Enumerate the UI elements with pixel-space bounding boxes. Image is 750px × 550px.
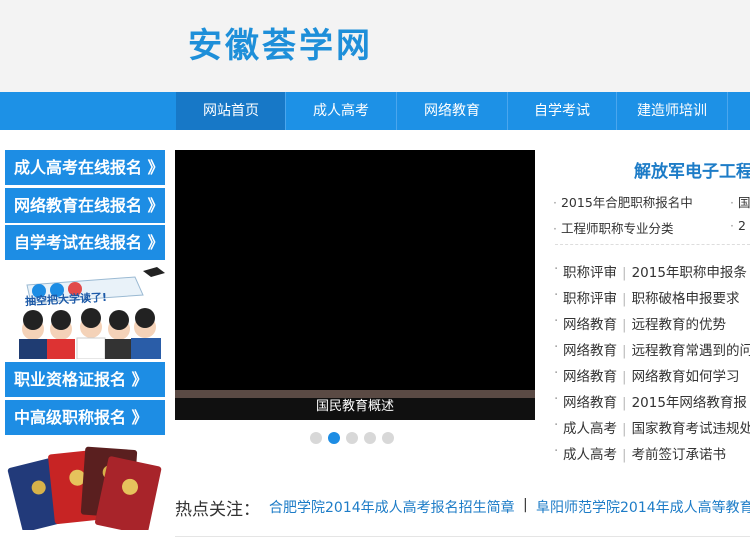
nav-more[interactable] xyxy=(727,92,750,130)
news-category[interactable]: 网络教育 xyxy=(563,369,617,385)
news-item[interactable]: · 网络教育 | 远程教育的优势 xyxy=(554,313,727,333)
quick-link[interactable]: · 国 xyxy=(730,192,750,211)
hot-topic-link[interactable]: 合肥学院2014年成人高考报名招生简章 xyxy=(269,497,515,517)
main-nav: 网站首页 成人高考 网络教育 自学考试 建造师培训 xyxy=(0,92,750,130)
certificate-books-icon xyxy=(7,446,162,535)
news-category[interactable]: 网络教育 xyxy=(563,343,617,359)
online-education-register-button[interactable]: 网络教育在线报名 》 xyxy=(5,188,165,223)
news-item[interactable]: · 网络教育 | 网络教育如何学习 xyxy=(554,365,740,385)
header: 安徽荟学网 xyxy=(0,0,750,92)
news-category[interactable]: 职称评审 xyxy=(563,265,617,281)
video-caption: 国民教育概述 xyxy=(315,399,394,414)
slider-dot-1[interactable] xyxy=(310,432,322,444)
vocational-cert-register-button[interactable]: 职业资格证报名 》 xyxy=(5,362,165,397)
news-category[interactable]: 成人高考 xyxy=(563,421,617,437)
news-item[interactable]: · 网络教育 | 2015年网络教育报 xyxy=(554,391,747,411)
video-player[interactable]: 国民教育概述 xyxy=(175,150,535,420)
university-ad-banner[interactable]: 抽空把大学读了! xyxy=(5,263,165,360)
nav-adult-exam[interactable]: 成人高考 xyxy=(285,92,396,130)
professional-title-register-button[interactable]: 中高级职称报名 》 xyxy=(5,400,165,435)
featured-headline[interactable]: 解放军电子工程 xyxy=(634,157,750,182)
certificates-ad-image[interactable] xyxy=(5,438,165,535)
news-title[interactable]: 2015年网络教育报 xyxy=(632,395,747,411)
slider-dot-3[interactable] xyxy=(346,432,358,444)
news-title[interactable]: 2015年职称申报条 xyxy=(632,265,747,281)
nav-online-education[interactable]: 网络教育 xyxy=(396,92,507,130)
news-title[interactable]: 考前签订承诺书 xyxy=(632,447,727,463)
news-title[interactable]: 职称破格申报要求 xyxy=(632,291,740,307)
news-item[interactable]: · 职称评审 | 职称破格申报要求 xyxy=(554,287,740,307)
self-study-register-button[interactable]: 自学考试在线报名 》 xyxy=(5,225,165,260)
news-title[interactable]: 网络教育如何学习 xyxy=(632,369,740,385)
slider-dot-4[interactable] xyxy=(364,432,376,444)
news-category[interactable]: 网络教育 xyxy=(563,395,617,411)
slider-dot-5[interactable] xyxy=(382,432,394,444)
hot-topics-label: 热点关注： xyxy=(175,500,260,520)
site-logo[interactable]: 安徽荟学网 xyxy=(188,18,373,67)
hot-topic-separator: | xyxy=(523,497,528,513)
quick-link-text: 2015年合肥职称报名中 xyxy=(560,195,693,210)
quick-link-text: 国 xyxy=(737,195,750,210)
nav-builder-training[interactable]: 建造师培训 xyxy=(616,92,727,130)
slider-dot-2[interactable] xyxy=(328,432,340,444)
news-title[interactable]: 远程教育的优势 xyxy=(632,317,727,333)
news-item[interactable]: · 成人高考 | 国家教育考试违规处 xyxy=(554,417,750,437)
nav-self-study-exam[interactable]: 自学考试 xyxy=(507,92,616,130)
quick-link[interactable]: · 2 xyxy=(730,218,746,233)
bottom-divider xyxy=(175,536,750,537)
news-title[interactable]: 远程教育常遇到的问 xyxy=(632,343,750,359)
adult-exam-register-button[interactable]: 成人高考在线报名 》 xyxy=(5,150,165,185)
news-item[interactable]: · 成人高考 | 考前签订承诺书 xyxy=(554,443,727,463)
hot-topic-link[interactable]: 阜阳师范学院2014年成人高等教育 xyxy=(536,497,750,517)
news-item[interactable]: · 网络教育 | 远程教育常遇到的问 xyxy=(554,339,750,359)
quick-link-text: 工程师职称专业分类 xyxy=(560,221,674,236)
news-title[interactable]: 国家教育考试违规处 xyxy=(632,421,750,437)
news-item[interactable]: · 职称评审 | 2015年职称申报条 xyxy=(554,261,747,281)
divider xyxy=(555,244,750,245)
nav-home[interactable]: 网站首页 xyxy=(176,92,285,130)
quick-link[interactable]: · 工程师职称专业分类 xyxy=(553,218,674,237)
news-category[interactable]: 成人高考 xyxy=(563,447,617,463)
news-category[interactable]: 网络教育 xyxy=(563,317,617,333)
quick-link-text: 2 xyxy=(737,218,746,233)
news-category[interactable]: 职称评审 xyxy=(563,291,617,307)
students-illustration-icon xyxy=(19,267,165,360)
quick-link[interactable]: · 2015年合肥职称报名中 xyxy=(553,192,693,211)
